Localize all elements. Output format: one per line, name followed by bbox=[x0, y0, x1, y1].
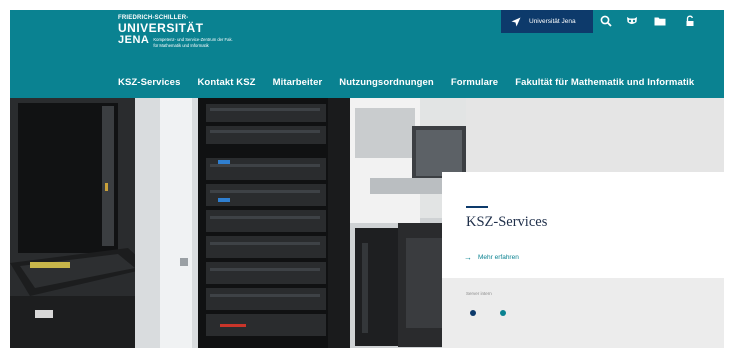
logo-subtitle-line-1: Kompetenz- und Service-Zentrum der Fak. bbox=[153, 37, 233, 42]
nav-item-kontakt-ksz[interactable]: Kontakt KSZ bbox=[197, 77, 255, 88]
owl-icon[interactable] bbox=[625, 14, 639, 28]
mehr-erfahren-label: Mehr erfahren bbox=[478, 254, 519, 261]
logo-line-3: JENA bbox=[118, 34, 150, 46]
card-accent-line bbox=[466, 206, 488, 208]
hero-slider: KSZ-Services → Mehr erfahren Server inte… bbox=[10, 98, 724, 348]
site-header: FRIEDRICH-SCHILLER- UNIVERSITÄT JENA Kom… bbox=[10, 10, 724, 98]
nav-item-fakultaet[interactable]: Fakultät für Mathematik und Informatik bbox=[515, 77, 694, 88]
universitaet-jena-button[interactable]: Universität Jena bbox=[501, 10, 593, 33]
logo-subtitle-line-2: für Mathematik und Informatik bbox=[153, 42, 209, 48]
location-arrow-icon bbox=[511, 17, 521, 26]
server-rack-photo bbox=[10, 98, 466, 348]
university-logo[interactable]: FRIEDRICH-SCHILLER- UNIVERSITÄT JENA Kom… bbox=[118, 15, 233, 49]
card-title: KSZ-Services bbox=[466, 214, 548, 230]
slider-dot-2[interactable] bbox=[500, 310, 506, 316]
nav-item-formulare[interactable]: Formulare bbox=[451, 77, 498, 88]
slider-dot-1[interactable] bbox=[470, 310, 476, 316]
lock-icon[interactable] bbox=[683, 14, 697, 28]
hero-card: KSZ-Services → Mehr erfahren Server inte… bbox=[442, 172, 724, 348]
mehr-erfahren-link[interactable]: → Mehr erfahren bbox=[464, 253, 519, 262]
search-icon[interactable] bbox=[599, 14, 613, 28]
page: FRIEDRICH-SCHILLER- UNIVERSITÄT JENA Kom… bbox=[0, 0, 730, 354]
nav-item-nutzungsordnungen[interactable]: Nutzungsordnungen bbox=[339, 77, 434, 88]
logo-line-2: UNIVERSITÄT bbox=[118, 21, 204, 35]
universitaet-jena-label: Universität Jena bbox=[529, 18, 576, 25]
arrow-right-icon: → bbox=[464, 253, 472, 262]
folder-icon[interactable] bbox=[653, 14, 667, 28]
slide-caption: Server intern bbox=[466, 291, 492, 296]
card-footer: Server intern bbox=[442, 278, 724, 348]
main-navigation: KSZ-Services Kontakt KSZ Mitarbeiter Nut… bbox=[118, 77, 711, 88]
nav-item-ksz-services[interactable]: KSZ-Services bbox=[118, 77, 180, 88]
nav-item-mitarbeiter[interactable]: Mitarbeiter bbox=[273, 77, 323, 88]
logo-subtitle: Kompetenz- und Service-Zentrum der Fak. … bbox=[153, 37, 232, 49]
